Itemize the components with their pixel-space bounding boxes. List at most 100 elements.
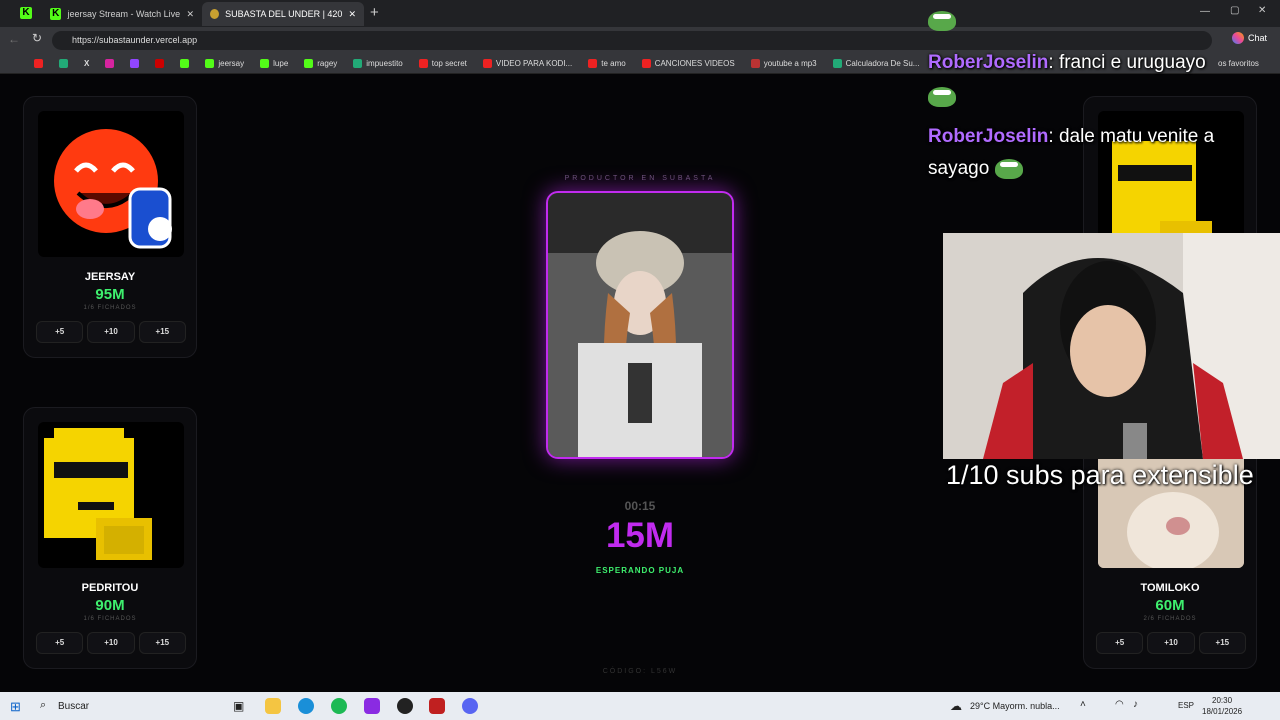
avatar	[38, 111, 184, 257]
mascot-logo-icon	[54, 129, 172, 249]
add-10-button[interactable]: +10	[87, 321, 135, 343]
bookmark-item[interactable]: lupe	[260, 58, 289, 68]
add-10-button[interactable]: +10	[87, 632, 135, 654]
x-icon: X	[84, 58, 90, 68]
youtube-icon	[418, 58, 428, 68]
player-fichados: 1/6 FICHADOS	[83, 305, 137, 311]
pepe-emote-icon	[994, 158, 1023, 179]
bookmark-twitch[interactable]	[130, 58, 140, 68]
tab-label: jeersay Stream - Watch Live o	[67, 9, 181, 19]
add-10-button[interactable]: +10	[1147, 632, 1195, 654]
chat-username: RoberJoselin	[928, 52, 1049, 73]
add-5-button[interactable]: +5	[1096, 632, 1144, 654]
tab-jeersay-stream[interactable]: K jeersay Stream - Watch Live o ✕	[42, 2, 202, 26]
calc-icon	[832, 58, 842, 68]
twitch-icon	[130, 58, 140, 68]
bookmark-label: impuestito	[366, 58, 403, 68]
bookmark-label: lupe	[273, 58, 289, 68]
bookmark-label: te amo	[601, 58, 626, 68]
player-name: PEDRITOU	[81, 582, 139, 594]
bookmark-kick[interactable]	[180, 58, 190, 68]
reload-icon[interactable]: ↻	[32, 31, 42, 45]
auction-status: ESPERANDO PUJA	[595, 566, 685, 575]
windows-start-icon[interactable]: ⊞	[10, 699, 21, 715]
pepe-emote-icon	[928, 86, 956, 107]
bookmark-instagram[interactable]	[105, 58, 115, 68]
edge-icon[interactable]	[298, 698, 314, 714]
pixel-sunglasses-emoji-icon	[44, 428, 152, 560]
close-icon[interactable]: ✕	[186, 9, 194, 20]
task-view-icon[interactable]: ▣	[233, 699, 244, 713]
kick-icon	[260, 58, 270, 68]
chat-button[interactable]: Chat	[1232, 32, 1267, 44]
kick-icon	[205, 58, 215, 68]
link-icon	[750, 58, 760, 68]
spotify-icon[interactable]	[331, 698, 347, 714]
bookmark-folder[interactable]: os favoritos	[1218, 59, 1259, 68]
add-15-button[interactable]: +15	[1198, 632, 1246, 654]
taskbar-search[interactable]: Buscar	[58, 701, 89, 712]
bookmark-item[interactable]: VIDEO PARA KODI...	[482, 58, 573, 68]
chat-message: sayago	[928, 158, 1023, 180]
site-icon	[210, 9, 220, 19]
player-name: TOMILOKO	[1140, 582, 1200, 594]
player-card-jeersay: JEERSAY 95M 1/6 FICHADOS +5 +10 +15	[23, 96, 197, 358]
add-15-button[interactable]: +15	[138, 321, 186, 343]
producer-photo-icon	[548, 193, 732, 457]
player-name: JEERSAY	[84, 271, 136, 283]
discord-icon[interactable]	[462, 698, 478, 714]
bookmark-item[interactable]: top secret	[418, 58, 467, 68]
url-field[interactable]: https://subastaunder.vercel.app	[52, 31, 1212, 50]
bookmark-x[interactable]: X	[84, 59, 89, 68]
chat-message: RoberJoselin: dale matu venite a	[928, 126, 1215, 147]
bookmark-item[interactable]: Calculadora De Su...	[832, 58, 920, 68]
add-5-button[interactable]: +5	[36, 632, 84, 654]
clock-time[interactable]: 20:30	[1212, 696, 1232, 705]
kick-icon[interactable]: K	[20, 7, 32, 19]
add-15-button[interactable]: +15	[138, 632, 186, 654]
app-c-icon[interactable]	[364, 698, 380, 714]
maximize-icon[interactable]: ▢	[1230, 5, 1239, 16]
bookmark-whatsapp[interactable]	[59, 58, 68, 68]
add-5-button[interactable]: +5	[36, 321, 84, 343]
chat-text: dale matu venite a	[1058, 126, 1215, 147]
tab-subasta[interactable]: SUBASTA DEL UNDER | 420 ✕	[202, 2, 364, 26]
bookmark-youtube[interactable]	[34, 58, 43, 68]
volume-icon[interactable]: ♪	[1133, 699, 1138, 710]
search-icon[interactable]: ⌕	[40, 699, 46, 712]
producer-photo	[546, 191, 734, 459]
bookmark-item[interactable]: te amo	[588, 58, 626, 68]
youtube-icon	[641, 58, 651, 68]
bookmark-pinterest[interactable]	[155, 58, 165, 68]
chevron-up-icon[interactable]: ˄	[1080, 699, 1086, 710]
bookmark-item[interactable]: impuestito	[353, 58, 403, 68]
file-explorer-icon[interactable]	[265, 698, 281, 714]
url-text: https://subastaunder.vercel.app	[72, 35, 198, 45]
tab-bar: K K jeersay Stream - Watch Live o ✕ SUBA…	[0, 0, 1280, 27]
language-indicator[interactable]: ESP	[1178, 701, 1194, 710]
webcam-overlay	[943, 233, 1280, 459]
player-fichados: 1/6 FICHADOS	[83, 616, 137, 622]
close-icon[interactable]: ✕	[348, 9, 356, 20]
voicemeeter-icon[interactable]	[429, 698, 445, 714]
close-window-icon[interactable]: ✕	[1258, 5, 1266, 16]
auction-timer: 00:15	[624, 499, 656, 513]
bookmark-item[interactable]: CANCIONES VIDEOS	[641, 58, 735, 68]
bookmark-label: Calculadora De Su...	[845, 58, 920, 68]
avatar	[38, 422, 184, 568]
clock-date[interactable]: 18/01/2026	[1202, 707, 1242, 716]
kick-icon	[304, 58, 314, 68]
bookmark-item[interactable]: jeersay	[205, 58, 244, 68]
bookmark-item[interactable]: ragey	[304, 58, 337, 68]
minimize-icon[interactable]: —	[1200, 6, 1210, 17]
wifi-icon[interactable]: ◠	[1115, 699, 1124, 710]
bookmark-label: VIDEO PARA KODI...	[495, 58, 573, 68]
bookmark-item[interactable]: youtube a mp3	[750, 58, 817, 68]
obs-icon[interactable]	[397, 698, 413, 714]
weather-text[interactable]: 29°C Mayorm. nubla...	[970, 701, 1060, 711]
new-tab-icon[interactable]: +	[370, 4, 379, 21]
back-icon[interactable]: ←	[8, 32, 20, 46]
player-fichados: 2/6 FICHADOS	[1143, 616, 1197, 622]
bookmark-label: youtube a mp3	[763, 58, 817, 68]
instagram-icon	[105, 58, 115, 68]
